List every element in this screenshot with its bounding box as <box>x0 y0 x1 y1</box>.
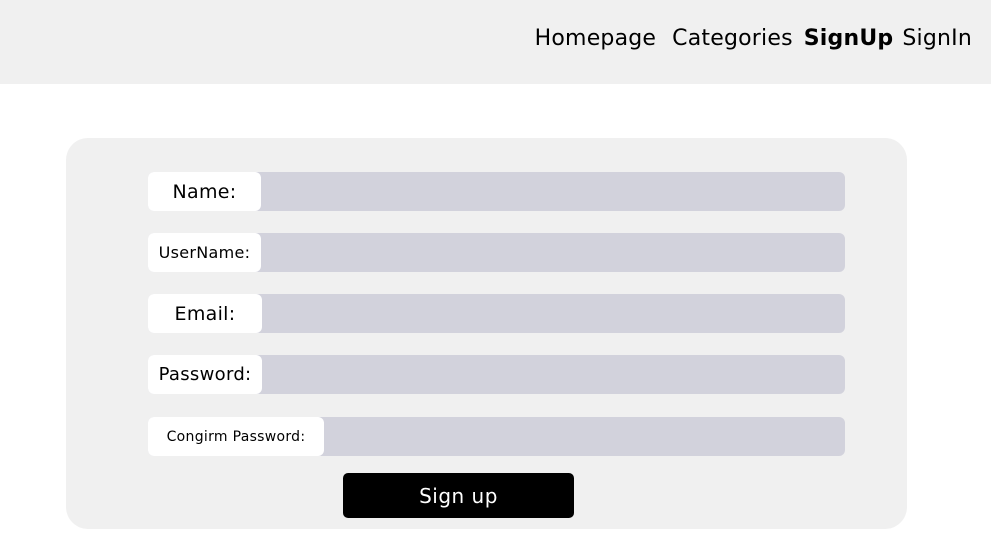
top-nav-bar: Homepage Categories SignUp SignIn <box>0 0 991 84</box>
username-input[interactable] <box>261 233 845 272</box>
password-field-row: Password: <box>148 355 845 394</box>
username-label: UserName: <box>148 233 261 272</box>
name-field-row: Name: <box>148 172 845 211</box>
password-input[interactable] <box>262 355 845 394</box>
confirm-password-label: Congirm Password: <box>148 417 324 456</box>
username-field-row: UserName: <box>148 233 845 272</box>
nav-link-signup[interactable]: SignUp <box>804 26 894 51</box>
name-input[interactable] <box>261 172 845 211</box>
email-field-row: Email: <box>148 294 845 333</box>
main-nav: Homepage Categories SignUp SignIn <box>535 26 972 51</box>
email-input[interactable] <box>262 294 845 333</box>
nav-link-homepage[interactable]: Homepage <box>535 26 657 51</box>
nav-link-categories[interactable]: Categories <box>672 26 793 51</box>
confirm-password-input[interactable] <box>324 417 845 456</box>
password-label: Password: <box>148 355 262 394</box>
email-label: Email: <box>148 294 262 333</box>
signup-submit-button[interactable]: Sign up <box>343 473 574 518</box>
nav-link-signin[interactable]: SignIn <box>902 26 972 51</box>
signup-form-card: Name: UserName: Email: Password: Congirm… <box>66 138 907 529</box>
confirm-password-field-row: Congirm Password: <box>148 417 845 456</box>
name-label: Name: <box>148 172 261 211</box>
